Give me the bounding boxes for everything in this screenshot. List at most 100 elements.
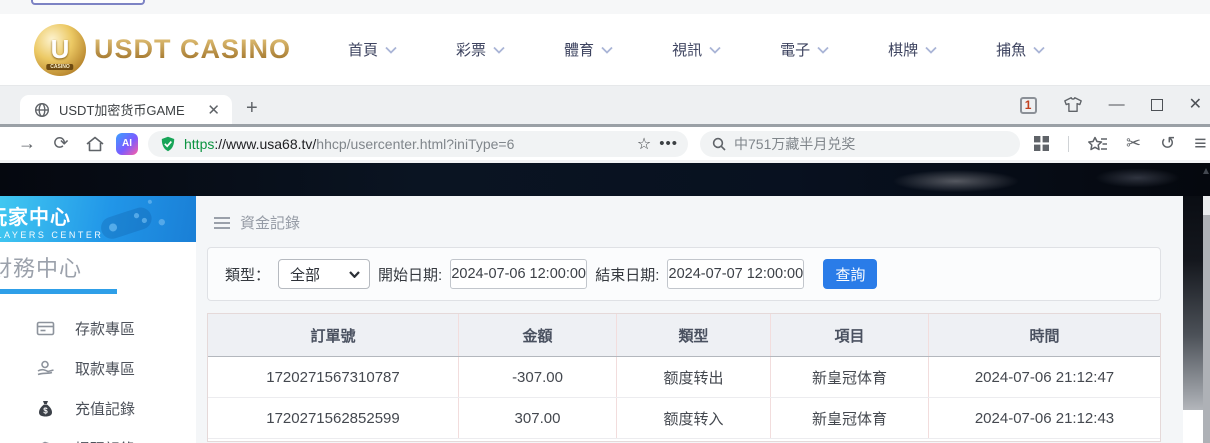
ai-assistant-icon[interactable]: AI (116, 133, 138, 155)
undo-restore-icon[interactable]: ↺ (1160, 133, 1175, 154)
scrollbar-up-arrow[interactable] (1203, 168, 1209, 174)
table-row: 1720271567310787 -307.00 额度转出 新皇冠体育 2024… (208, 357, 1160, 397)
nav-item-slots[interactable]: 電子 (780, 39, 829, 60)
globe-icon (34, 102, 50, 118)
sidebar-menu: 存款專區 取款專區 $ 充值記錄 (0, 308, 196, 443)
table-header-row: 訂單號 金額 類型 項目 時間 (208, 314, 1160, 357)
svg-text:$: $ (43, 406, 48, 415)
cell-type: 额度转入 (616, 398, 770, 438)
sidebar-item-cashout-record[interactable]: 提現記錄 (0, 428, 196, 443)
forward-button[interactable]: → (10, 133, 44, 154)
start-date-input[interactable] (450, 259, 587, 289)
hero-banner-dark (0, 163, 1210, 196)
chevron-down-icon (817, 46, 829, 54)
query-button[interactable]: 查詢 (823, 259, 877, 289)
nav-item-sports[interactable]: 體育 (564, 39, 613, 60)
chevron-down-icon (925, 46, 937, 54)
type-label: 類型： (225, 264, 270, 285)
nav-item-video[interactable]: 視訊 (672, 39, 721, 60)
new-tab-button[interactable]: + (246, 97, 258, 120)
col-header-amount: 金額 (458, 314, 616, 356)
player-center-subtitle: PLAYERS CENTER (0, 230, 196, 240)
browser-tab[interactable]: USDT加密货币GAME ✕ (20, 95, 232, 124)
sidebar-item-withdraw[interactable]: 取款專區 (0, 348, 196, 388)
page-viewport: 玩家中心 PLAYERS CENTER 財務中心 存款專區 (0, 163, 1210, 443)
chevron-down-icon (385, 46, 397, 54)
toolbar-right-tools: ✂ ↺ ≡ (1034, 132, 1206, 156)
nav-item-lottery[interactable]: 彩票 (456, 39, 505, 60)
url-path: hhcp/usercenter.html?iniType=6 (316, 136, 514, 152)
browser-menu-icon[interactable]: ≡ (1194, 132, 1206, 156)
browser-toolbar: → ⟳ AI https://www.usa68.tv/hhcp/usercen… (0, 127, 1210, 160)
sidebar: 玩家中心 PLAYERS CENTER 財務中心 存款專區 (0, 196, 196, 443)
logo-badge-icon: U CASINO (34, 24, 86, 76)
site-logo[interactable]: U CASINO USDT CASINO (34, 24, 291, 76)
funds-table: 訂單號 金額 類型 項目 時間 1720271567310787 -307.00… (207, 313, 1161, 442)
page-dark-edge (1183, 196, 1203, 410)
tab-close-icon[interactable]: ✕ (203, 101, 224, 119)
url-scheme: https (184, 136, 214, 152)
start-date-label: 開始日期: (378, 264, 442, 285)
col-header-time: 時間 (928, 314, 1160, 356)
tabbar-right: 1 — ✕ (1020, 86, 1202, 124)
secure-shield-icon (160, 136, 176, 152)
maximize-button[interactable] (1151, 99, 1163, 111)
browser-search-box[interactable]: 中751万藏半月兑奖 (700, 131, 1020, 157)
type-select[interactable]: 全部 (278, 259, 370, 289)
scrollbar-thumb[interactable] (1203, 215, 1210, 443)
window-close-button[interactable]: ✕ (1189, 97, 1202, 113)
nav-item-home[interactable]: 首頁 (348, 39, 397, 60)
content-panel: 資金記錄 類型： 全部 開始日期: 結束日期: 查詢 訂單號 金額 類型 (196, 196, 1183, 443)
site-header: U CASINO USDT CASINO 首頁 彩票 體育 視訊 電子 棋牌 (0, 14, 1210, 86)
tab-count-badge[interactable]: 1 (1020, 97, 1037, 114)
main-nav: 首頁 彩票 體育 視訊 電子 棋牌 捕魚 (348, 39, 1045, 60)
sidebar-item-deposit[interactable]: 存款專區 (0, 308, 196, 348)
scrollbar[interactable] (1203, 163, 1210, 443)
cell-type: 额度转出 (616, 357, 770, 397)
nav-item-chess[interactable]: 棋牌 (888, 39, 937, 60)
section-menu-icon (214, 217, 230, 229)
logo-letter: U (51, 34, 70, 65)
address-bar[interactable]: https://www.usa68.tv/hhcp/usercenter.htm… (148, 131, 688, 157)
page-title-text: 資金記錄 (240, 212, 300, 233)
cell-time: 2024-07-06 21:12:47 (928, 357, 1160, 397)
refresh-button[interactable]: ⟳ (44, 133, 78, 154)
player-center-banner: 玩家中心 PLAYERS CENTER (0, 196, 196, 242)
main-layout: 玩家中心 PLAYERS CENTER 財務中心 存款專區 (0, 196, 1183, 443)
withdraw-hand-icon (36, 359, 55, 378)
end-date-input[interactable] (667, 259, 804, 289)
top-strip (0, 0, 1210, 14)
page-title: 資金記錄 (207, 196, 1183, 247)
cell-amount: 307.00 (458, 398, 616, 438)
favorites-list-icon[interactable] (1088, 136, 1107, 152)
col-header-order-no: 訂單號 (208, 314, 458, 356)
bookmark-star-icon[interactable]: ☆ (629, 134, 659, 154)
chevron-down-icon (709, 46, 721, 54)
tab-title: USDT加密货币GAME (59, 100, 203, 119)
finance-underline (0, 289, 117, 294)
apps-grid-icon[interactable] (1034, 136, 1049, 151)
minimize-button[interactable]: — (1109, 97, 1125, 113)
url-host: ://www.usa68.tv/ (214, 136, 316, 152)
cell-time: 2024-07-06 21:12:43 (928, 398, 1160, 438)
filter-bar: 類型： 全部 開始日期: 結束日期: 查詢 (207, 247, 1161, 301)
chevron-down-icon (601, 46, 613, 54)
sidebar-item-recharge-record[interactable]: $ 充值記錄 (0, 388, 196, 428)
table-row: 1720271562852599 307.00 额度转入 新皇冠体育 2024-… (208, 397, 1160, 438)
search-hotword: 中751万藏半月兑奖 (734, 134, 855, 154)
partial-top-button[interactable] (31, 0, 145, 5)
logo-ribbon: CASINO (46, 64, 73, 70)
cell-item: 新皇冠体育 (770, 357, 928, 397)
chevron-down-icon (493, 46, 505, 54)
more-options-icon[interactable]: ••• (659, 135, 678, 152)
home-button[interactable] (78, 135, 112, 153)
col-header-item: 項目 (770, 314, 928, 356)
theme-skin-icon[interactable] (1063, 96, 1083, 114)
chevron-down-icon (1033, 46, 1045, 54)
chevron-down-icon (349, 271, 360, 278)
nav-item-fishing[interactable]: 捕魚 (996, 39, 1045, 60)
toolbar-separator (1068, 136, 1069, 152)
screenshot-scissors-icon[interactable]: ✂ (1126, 133, 1141, 154)
wallet-cashout-icon (36, 439, 55, 443)
table-body: 1720271567310787 -307.00 额度转出 新皇冠体育 2024… (208, 357, 1160, 441)
